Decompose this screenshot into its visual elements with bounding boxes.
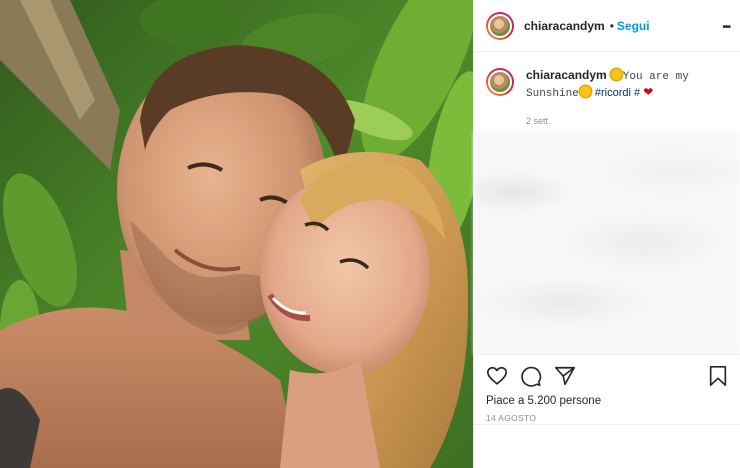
caption-text: chiaracandym You are my Sunshine #ricord… xyxy=(526,68,726,129)
add-comment-area[interactable] xyxy=(474,424,740,468)
red-heart-emoji-icon: ❤ xyxy=(643,85,654,99)
sun-emoji-icon-2 xyxy=(579,86,591,97)
follow-button[interactable]: Segui xyxy=(617,19,650,33)
action-bar: Piace a 5.200 persone 14 AGOSTO xyxy=(474,354,740,468)
share-icon[interactable] xyxy=(554,365,576,387)
more-options-icon[interactable]: ••• xyxy=(722,18,730,34)
caption-part-2: Sunshine xyxy=(526,88,579,100)
post-sidebar: chiaracandym • Segui ••• chiaracandym Yo… xyxy=(473,0,740,468)
blurred-comments-area xyxy=(474,132,740,354)
separator-dot: • xyxy=(609,18,614,33)
bookmark-icon[interactable] xyxy=(708,365,728,387)
avatar[interactable] xyxy=(486,11,514,40)
caption-part-1: You are my xyxy=(622,71,689,83)
post-header: chiaracandym • Segui ••• xyxy=(474,0,740,52)
post-photo[interactable] xyxy=(0,0,473,468)
post-date: 14 AGOSTO xyxy=(486,413,537,423)
caption: chiaracandym You are my Sunshine #ricord… xyxy=(474,52,740,129)
hash-symbol[interactable]: # xyxy=(634,87,640,99)
couple-selfie-image xyxy=(0,0,473,468)
caption-username[interactable]: chiaracandym xyxy=(526,68,607,82)
sun-emoji-icon xyxy=(610,69,622,80)
comment-icon[interactable] xyxy=(520,365,542,387)
caption-avatar[interactable] xyxy=(486,68,514,96)
more-options-label: ••• xyxy=(722,21,730,33)
heart-icon[interactable] xyxy=(486,365,508,387)
caption-timestamp: 2 sett. xyxy=(526,116,551,126)
username-link[interactable]: chiaracandym xyxy=(524,19,605,33)
likes-count[interactable]: Piace a 5.200 persone xyxy=(486,395,728,407)
hashtag-link[interactable]: #ricordi xyxy=(595,87,631,99)
